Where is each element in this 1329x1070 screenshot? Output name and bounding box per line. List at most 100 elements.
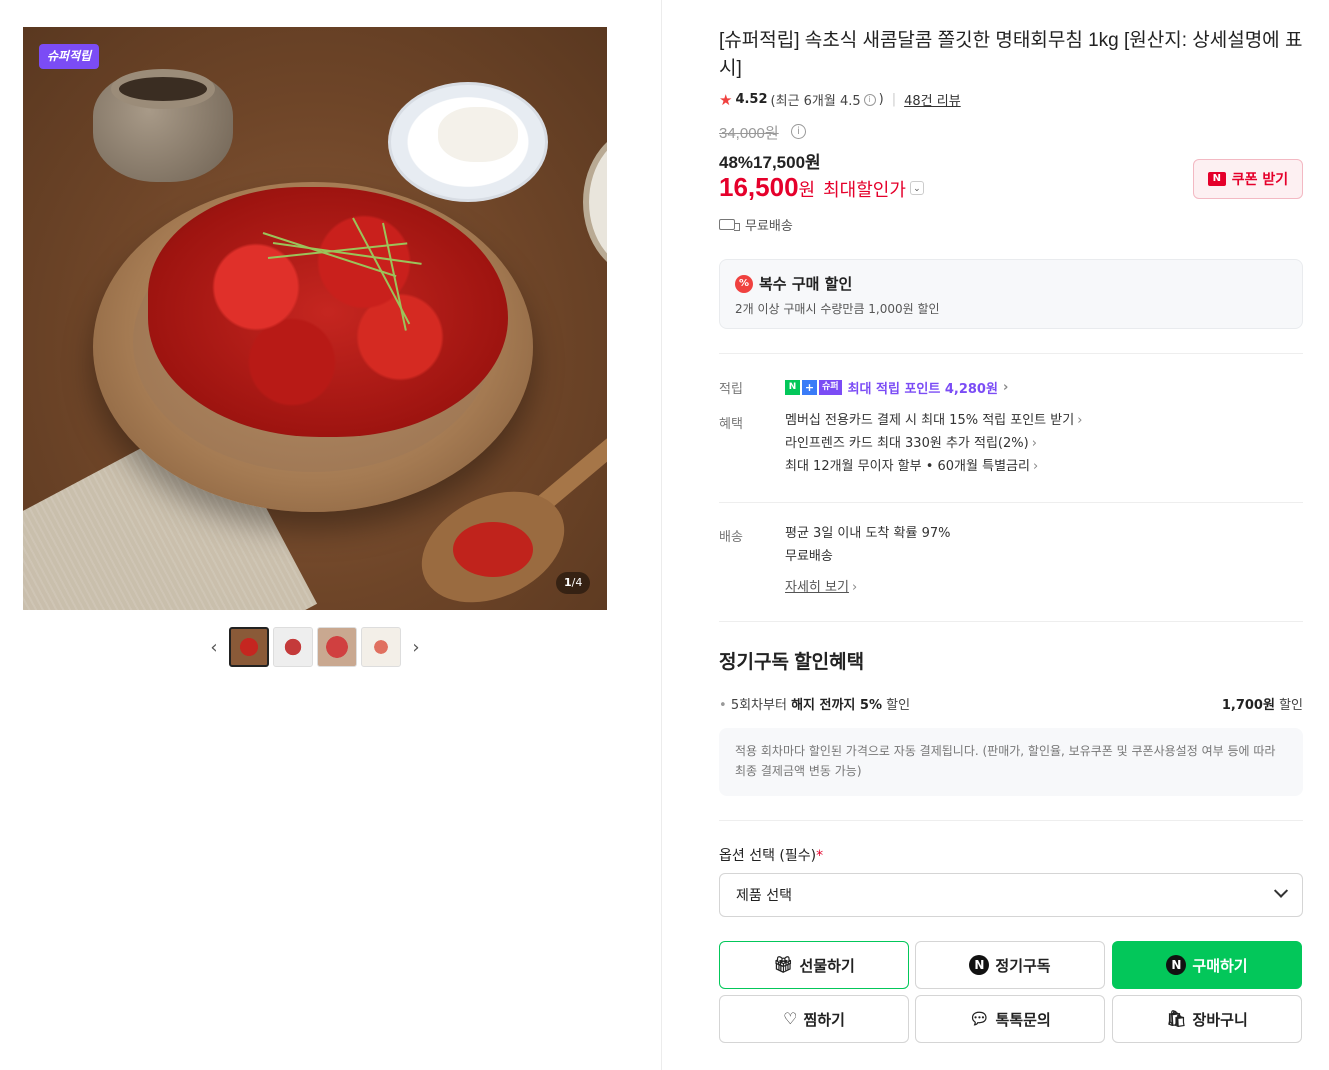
- wish-button[interactable]: ♡ 찜하기: [719, 995, 909, 1043]
- option-label-text: 옵션 선택 (필수): [719, 848, 817, 864]
- spoon-food: [453, 522, 533, 577]
- star-icon: ★: [719, 90, 733, 109]
- divider: [719, 353, 1303, 354]
- gift-icon: 🎁︎: [773, 955, 794, 974]
- rating-recent-close: ): [878, 92, 884, 107]
- chevron-right-icon: ›: [1002, 380, 1009, 395]
- max-discount-row[interactable]: 16,500 원 최대할인가 ⌄: [719, 172, 924, 203]
- radish: [438, 107, 518, 162]
- chevron-down-icon[interactable]: ⌄: [909, 180, 924, 195]
- thumbnail-2[interactable]: [273, 627, 313, 667]
- divider: [719, 621, 1303, 622]
- talk-button[interactable]: 💬︎ 톡톡문의: [915, 995, 1105, 1043]
- chevron-down-icon: [1273, 883, 1289, 898]
- cart-label: 장바구니: [1192, 1010, 1248, 1029]
- benefit-item[interactable]: 멤버십 전용카드 결제 시 최대 15% 적립 포인트 받기 ›: [785, 409, 1082, 432]
- thumbnail-3[interactable]: [317, 627, 357, 667]
- benefit-item[interactable]: 최대 12개월 무이자 할부 • 60개월 특별금리 ›: [785, 455, 1082, 478]
- option-label: 옵션 선택 (필수)*: [719, 845, 823, 865]
- plus-icon: +: [802, 380, 817, 395]
- counter-total: /4: [571, 576, 583, 589]
- points-label: 적립: [719, 382, 743, 397]
- heart-icon: ♡: [783, 1009, 798, 1028]
- benefit-text: 멤버십 전용카드 결제 시 최대 15% 적립 포인트 받기: [785, 413, 1075, 428]
- benefit-label: 혜택: [719, 417, 743, 432]
- image-counter: 1/4: [556, 572, 591, 594]
- gift-label: 선물하기: [799, 956, 855, 975]
- naver-n-icon: N: [969, 955, 990, 975]
- delivery-info: 평균 3일 이내 도착 확률 97% 무료배송 자세히 보기 ›: [785, 522, 950, 599]
- detail-link-row[interactable]: 자세히 보기 ›: [785, 576, 950, 599]
- divider: [719, 820, 1303, 821]
- buy-button[interactable]: N 구매하기: [1112, 941, 1302, 989]
- max-price: 16,500: [719, 172, 799, 202]
- chevron-right-icon: ›: [1032, 459, 1039, 474]
- multi-buy-title: 복수 구매 할인: [759, 275, 853, 293]
- multi-buy-desc: 2개 이상 구매시 수량만큼 1,000원 할인: [735, 302, 940, 316]
- main-product-image[interactable]: [23, 27, 607, 610]
- delivery-line-2: 무료배송: [785, 549, 833, 564]
- cart-icon: 🛍︎: [1166, 1009, 1187, 1028]
- naver-n-icon: N: [785, 380, 800, 395]
- talk-label: 톡톡문의: [995, 1010, 1051, 1029]
- chevron-right-icon[interactable]: ›: [405, 627, 427, 667]
- thumbnail-1[interactable]: [229, 627, 269, 667]
- benefit-text: 최대 12개월 무이자 할부 • 60개월 특별금리: [785, 459, 1030, 474]
- subscription-amount: 1,700원 할인: [1222, 694, 1303, 713]
- naver-pay-icon: N: [1207, 172, 1226, 186]
- pot-top-decor: [111, 69, 215, 109]
- points-text: 최대 적립 포인트 4,280원: [847, 382, 998, 397]
- option-select-value: 제품 선택: [736, 888, 792, 904]
- coupon-button[interactable]: N 쿠폰 받기: [1193, 159, 1303, 199]
- subscription-row: • 5회차부터 해지 전까지 5% 할인 1,700원 할인: [719, 694, 1303, 713]
- divider: [719, 502, 1303, 503]
- subscription-amount-suffix: 할인: [1274, 698, 1303, 713]
- benefit-list: 멤버십 전용카드 결제 시 최대 15% 적립 포인트 받기 › 라인프렌즈 카드…: [785, 409, 1082, 478]
- subscription-desc: • 5회차부터 해지 전까지 5% 할인: [719, 698, 911, 713]
- chevron-right-icon: ›: [851, 580, 858, 595]
- counter-current: 1: [564, 576, 572, 589]
- thumbnail-4[interactable]: [361, 627, 401, 667]
- sale-price: 17,500원: [753, 153, 821, 172]
- review-link[interactable]: 48건 리뷰: [904, 90, 961, 109]
- subscription-bold: 해지 전까지 5%: [791, 698, 882, 713]
- detail-link[interactable]: 자세히 보기: [785, 580, 849, 595]
- max-price-label: 최대할인가: [823, 180, 906, 200]
- option-select[interactable]: 제품 선택: [719, 873, 1303, 917]
- benefit-item[interactable]: 라인프렌즈 카드 최대 330원 추가 적립(2%) ›: [785, 432, 1082, 455]
- subscription-note: 적용 회차마다 할인된 가격으로 자동 결제됩니다. (판매가, 할인율, 보유…: [719, 728, 1303, 796]
- coupon-label: 쿠폰 받기: [1231, 172, 1289, 188]
- chevron-right-icon: ›: [1077, 413, 1083, 428]
- super-icon: 슈퍼: [819, 380, 842, 395]
- truck-icon: [719, 219, 740, 231]
- discount-row: 48%17,500원: [719, 148, 821, 173]
- price-info-icon[interactable]: i: [791, 124, 806, 139]
- delivery-line-1: 평균 3일 이내 도착 확률 97%: [785, 526, 951, 541]
- percent-icon: %: [735, 274, 753, 293]
- benefit-text: 라인프렌즈 카드 최대 330원 추가 적립(2%): [785, 436, 1029, 451]
- delivery-label: 배송: [719, 530, 743, 545]
- cart-button[interactable]: 🛍︎ 장바구니: [1112, 995, 1302, 1043]
- chevron-right-icon: ›: [1031, 436, 1037, 451]
- rice-bowl: [583, 127, 607, 277]
- gallery-panel: 슈퍼적립 1/4 ‹ ›: [0, 0, 662, 1070]
- subscription-amount-bold: 1,700원: [1221, 698, 1275, 713]
- subscription-title: 정기구독 할인혜택: [719, 652, 865, 673]
- super-points-badge: 슈퍼적립: [39, 44, 100, 69]
- points-row[interactable]: N + 슈퍼 최대 적립 포인트 4,280원 ›: [785, 378, 1008, 397]
- chevron-left-icon[interactable]: ‹: [203, 627, 225, 667]
- buy-label: 구매하기: [1192, 956, 1248, 975]
- gift-button[interactable]: 🎁︎ 선물하기: [719, 941, 909, 989]
- discount-percent: 48%: [719, 153, 754, 172]
- shipping-row: 무료배송: [719, 215, 793, 234]
- subscription-suffix: 할인: [882, 698, 911, 713]
- required-mark: *: [816, 848, 824, 864]
- thumbnail-strip: ‹ ›: [203, 626, 427, 668]
- shipping-text: 무료배송: [745, 219, 793, 234]
- divider: |: [891, 92, 897, 107]
- info-icon[interactable]: i: [863, 93, 876, 106]
- subscribe-button[interactable]: N 정기구독: [915, 941, 1105, 989]
- rating-score: 4.52: [735, 92, 768, 107]
- original-price: 34,000원: [719, 125, 779, 142]
- naver-n-icon: N: [1166, 955, 1187, 975]
